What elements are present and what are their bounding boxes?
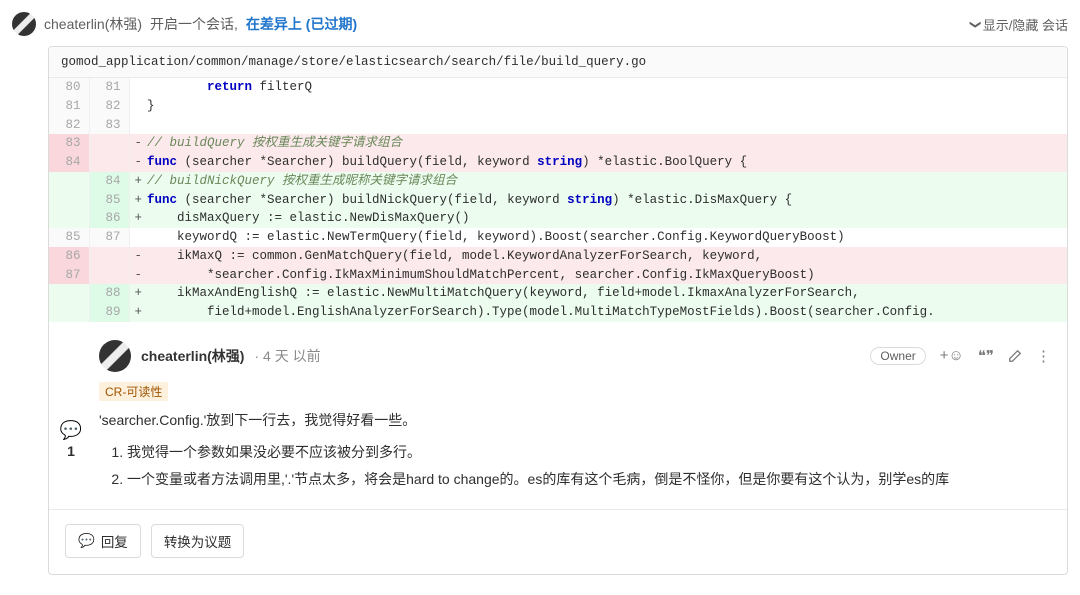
- new-line-number: 83: [89, 116, 129, 135]
- convert-issue-button[interactable]: 转换为议题: [151, 524, 245, 558]
- old-line-number: 87: [49, 266, 89, 285]
- diff-sign: -: [129, 266, 147, 285]
- diff-line[interactable]: 89+ field+model.EnglishAnalyzerForSearch…: [49, 303, 1067, 322]
- new-line-number: [89, 247, 129, 266]
- diff-sign: [129, 116, 147, 135]
- comment-icon: 💬: [78, 533, 95, 549]
- old-line-number: [49, 303, 89, 322]
- old-line-number: [49, 191, 89, 210]
- code-content: field+model.EnglishAnalyzerForSearch).Ty…: [147, 303, 1067, 322]
- old-line-number: [49, 284, 89, 303]
- new-line-number: 88: [89, 284, 129, 303]
- diff-sign: [129, 228, 147, 247]
- code-content: ikMaxAndEnglishQ := elastic.NewMultiMatc…: [147, 284, 1067, 303]
- owner-badge: Owner: [870, 347, 925, 365]
- diff-line[interactable]: 8182}: [49, 97, 1067, 116]
- old-line-number: 80: [49, 78, 89, 97]
- more-icon[interactable]: ⋮: [1036, 347, 1051, 365]
- author-name[interactable]: cheaterlin(林强): [44, 14, 142, 34]
- new-line-number: [89, 266, 129, 285]
- convert-label: 转换为议题: [164, 531, 232, 551]
- diff-sign: [129, 97, 147, 116]
- new-line-number: 85: [89, 191, 129, 210]
- diff-line[interactable]: 84+// buildNickQuery 按权重生成昵称关键字请求组合: [49, 172, 1067, 191]
- diff-line[interactable]: 85+func (searcher *Searcher) buildNickQu…: [49, 191, 1067, 210]
- old-line-number: 82: [49, 116, 89, 135]
- discussion-note: 💬 1 cheaterlin(林强) · 4 天 以前 Owner +☺ ❝❞: [49, 322, 1067, 509]
- diff-status-link[interactable]: 在差异上 (已过期): [246, 14, 357, 34]
- diff-container: gomod_application/common/manage/store/el…: [48, 46, 1068, 575]
- diff-sign: -: [129, 153, 147, 172]
- new-line-number: 89: [89, 303, 129, 322]
- code-content: disMaxQuery := elastic.NewDisMaxQuery(): [147, 209, 1067, 228]
- code-content: // buildQuery 按权重生成关键字请求组合: [147, 134, 1067, 153]
- note-list-item: 一个变量或者方法调用里,'.'节点太多，将会是hard to change的。e…: [127, 466, 1051, 493]
- edit-icon[interactable]: [1008, 349, 1022, 363]
- code-content: }: [147, 97, 1067, 116]
- old-line-number: 84: [49, 153, 89, 172]
- add-reaction-button[interactable]: +☺: [940, 347, 964, 364]
- code-content: ikMaxQ := common.GenMatchQuery(field, mo…: [147, 247, 1067, 266]
- note-line: 'searcher.Config.'放到下一行去，我觉得好看一些。: [99, 407, 1051, 434]
- code-content: func (searcher *Searcher) buildQuery(fie…: [147, 153, 1067, 172]
- note-list-item: 我觉得一个参数如果没必要不应该被分到多行。: [127, 439, 1051, 466]
- diff-line[interactable]: 88+ ikMaxAndEnglishQ := elastic.NewMulti…: [49, 284, 1067, 303]
- diff-line[interactable]: 8587 keywordQ := elastic.NewTermQuery(fi…: [49, 228, 1067, 247]
- thread-header: cheaterlin(林强) 开启一个会话, 在差异上 (已过期) ❮ 显示/隐…: [8, 8, 1072, 46]
- avatar[interactable]: [12, 12, 36, 36]
- chevron-up-icon: ❮: [968, 19, 981, 28]
- diff-line[interactable]: 84 -func (searcher *Searcher) buildQuery(…: [49, 153, 1067, 172]
- toggle-label: 显示/隐藏 会话: [983, 15, 1068, 34]
- diff-sign: -: [129, 134, 147, 153]
- code-content: *searcher.Config.IkMaxMinimumShouldMatch…: [147, 266, 1067, 285]
- diff-line[interactable]: 8283: [49, 116, 1067, 135]
- reply-label: 回复: [101, 531, 128, 551]
- new-line-number: [89, 153, 129, 172]
- file-path[interactable]: gomod_application/common/manage/store/el…: [49, 47, 1067, 78]
- diff-line[interactable]: 83 -// buildQuery 按权重生成关键字请求组合: [49, 134, 1067, 153]
- diff-table: 8081 return filterQ8182}828383-// buildQ…: [49, 78, 1067, 322]
- code-content: keywordQ := elastic.NewTermQuery(field, …: [147, 228, 1067, 247]
- quote-icon[interactable]: ❝❞: [978, 347, 994, 365]
- note-body-text: 'searcher.Config.'放到下一行去，我觉得好看一些。 我觉得一个参…: [99, 407, 1051, 493]
- old-line-number: 83: [49, 134, 89, 153]
- diff-sign: +: [129, 303, 147, 322]
- old-line-number: 81: [49, 97, 89, 116]
- old-line-number: 86: [49, 247, 89, 266]
- code-content: // buildNickQuery 按权重生成昵称关键字请求组合: [147, 172, 1067, 191]
- diff-sign: +: [129, 172, 147, 191]
- diff-sign: +: [129, 191, 147, 210]
- old-line-number: 85: [49, 228, 89, 247]
- note-time: · 4 天 以前: [254, 346, 320, 366]
- new-line-number: [89, 134, 129, 153]
- note-actions-row: 💬 回复 转换为议题: [49, 509, 1067, 574]
- review-tag: CR-可读性: [99, 382, 168, 401]
- code-content: [147, 116, 1067, 135]
- diff-sign: +: [129, 284, 147, 303]
- diff-sign: +: [129, 209, 147, 228]
- new-line-number: 87: [89, 228, 129, 247]
- comment-count-icon: 💬: [60, 420, 82, 441]
- code-content: return filterQ: [147, 78, 1067, 97]
- reply-button[interactable]: 💬 回复: [65, 524, 141, 558]
- new-line-number: 84: [89, 172, 129, 191]
- diff-line[interactable]: 8081 return filterQ: [49, 78, 1067, 97]
- opened-text: 开启一个会话,: [150, 14, 238, 34]
- note-author[interactable]: cheaterlin(林强): [141, 346, 244, 366]
- diff-sign: -: [129, 247, 147, 266]
- diff-sign: [129, 78, 147, 97]
- diff-line[interactable]: 86+ disMaxQuery := elastic.NewDisMaxQuer…: [49, 209, 1067, 228]
- code-content: func (searcher *Searcher) buildNickQuery…: [147, 191, 1067, 210]
- new-line-number: 82: [89, 97, 129, 116]
- new-line-number: 86: [89, 209, 129, 228]
- toggle-thread-button[interactable]: ❮ 显示/隐藏 会话: [970, 15, 1068, 34]
- diff-line[interactable]: 87 - *searcher.Config.IkMaxMinimumShouldM…: [49, 266, 1067, 285]
- old-line-number: [49, 209, 89, 228]
- avatar[interactable]: [99, 340, 131, 372]
- diff-line[interactable]: 86 - ikMaxQ := common.GenMatchQuery(field…: [49, 247, 1067, 266]
- comment-count: 1: [67, 443, 75, 459]
- old-line-number: [49, 172, 89, 191]
- new-line-number: 81: [89, 78, 129, 97]
